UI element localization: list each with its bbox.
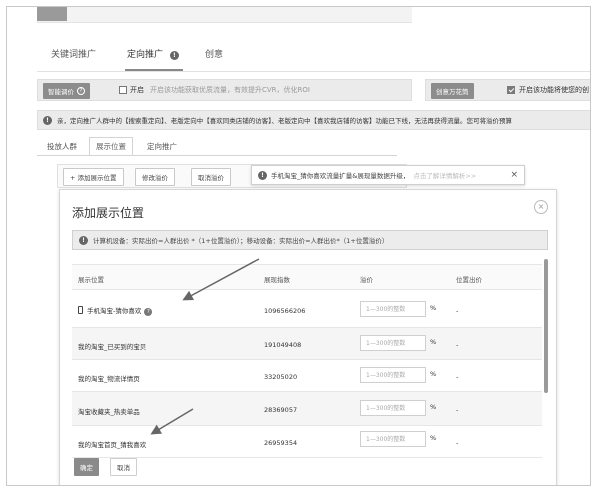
arrow-to-guess-you-like xyxy=(182,258,260,301)
arrow-to-homepage-guess xyxy=(150,408,194,435)
app-frame: 关键词推广 定向推广 ! 创意 智能调价 ? 开启 开启该功能获取优质流量，有效… xyxy=(6,6,591,486)
annotation-arrows xyxy=(150,258,260,435)
